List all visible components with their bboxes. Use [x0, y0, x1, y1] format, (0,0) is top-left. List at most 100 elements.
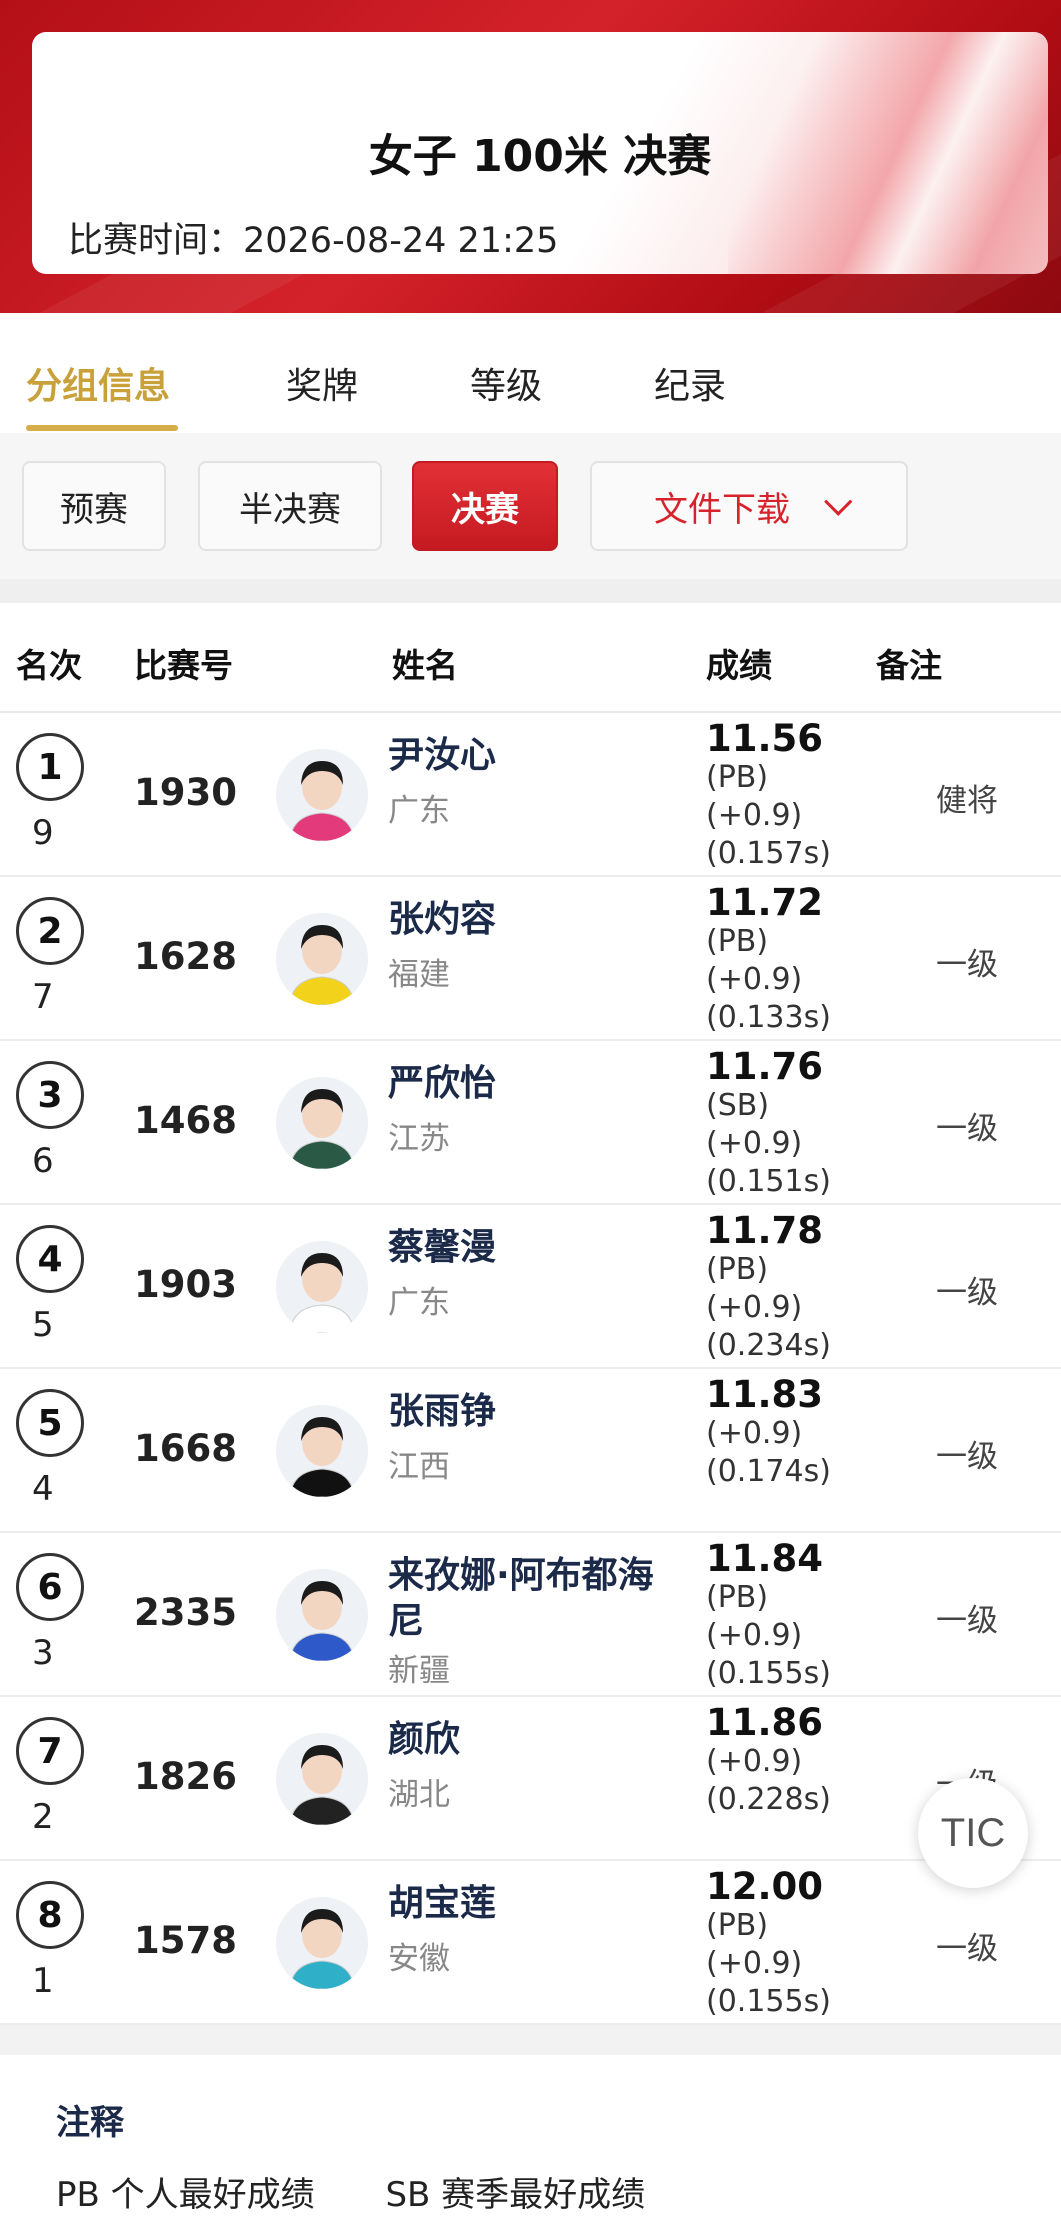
table-header: 名次 比赛号 姓名 成绩 备注 [0, 603, 1061, 713]
round-final-button[interactable]: 决赛 [412, 461, 558, 551]
result-time: 11.76 [706, 1045, 824, 1088]
athlete-province: 江苏 [388, 1121, 450, 1157]
result-reaction: (0.133s) [706, 1000, 831, 1035]
result-cell: 12.00 (PB) (+0.9) (0.155s) [706, 1867, 831, 2021]
athlete-remark: 一级 [936, 1275, 998, 1311]
athlete-name[interactable]: 张雨铮 [388, 1389, 688, 1435]
result-wind: (+0.9) [706, 1126, 803, 1161]
result-cell: 11.76 (SB) (+0.9) (0.151s) [706, 1047, 831, 1201]
result-time: 11.72 [706, 881, 824, 924]
file-download-dropdown[interactable]: 文件下载 [590, 461, 908, 551]
divider [0, 2025, 1061, 2055]
result-tag: (PB) [706, 1908, 769, 1943]
result-time: 11.83 [706, 1373, 824, 1416]
note-sb: SB 赛季最好成绩 [385, 2175, 646, 2215]
rank-badge: 1 [16, 733, 84, 801]
rank-badge: 2 [16, 897, 84, 965]
athlete-name[interactable]: 尹汝心 [388, 733, 688, 779]
athlete-avatar [276, 1733, 368, 1825]
floating-action-button[interactable]: TIC [918, 1778, 1028, 1888]
table-row[interactable]: 5 4 1668 张雨铮 江西 11.83 (+0.9) (0.174s) 一级 [0, 1369, 1061, 1533]
active-tab-indicator [26, 425, 178, 431]
divider [0, 579, 1061, 603]
rank-badge: 8 [16, 1881, 84, 1949]
round-filter-bar: 预赛 半决赛 决赛 文件下载 [0, 433, 1061, 579]
result-reaction: (0.228s) [706, 1782, 831, 1817]
athlete-province: 福建 [388, 957, 450, 993]
bib-number: 1903 [134, 1263, 237, 1306]
result-wind: (+0.9) [706, 1744, 803, 1779]
athlete-province: 广东 [388, 1285, 450, 1321]
notes-legend: PB 个人最好成绩 SB 赛季最好成绩 [56, 2167, 705, 2216]
lane-number: 7 [32, 977, 54, 1017]
lane-number: 4 [32, 1469, 54, 1509]
result-reaction: (0.155s) [706, 1984, 831, 2019]
rank-badge: 3 [16, 1061, 84, 1129]
result-cell: 11.83 (+0.9) (0.174s) [706, 1375, 831, 1491]
athlete-name[interactable]: 蔡馨漫 [388, 1225, 688, 1271]
table-row[interactable]: 6 3 2335 来孜娜·阿布都海尼 新疆 11.84 (PB) (+0.9) (0.155s)… [0, 1533, 1061, 1697]
bib-number: 1628 [134, 935, 237, 978]
result-reaction: (0.174s) [706, 1454, 831, 1489]
tab-levels[interactable]: 等级 [470, 357, 542, 409]
col-remark: 备注 [876, 646, 942, 685]
athlete-avatar [276, 1241, 368, 1333]
athlete-avatar [276, 913, 368, 1005]
result-reaction: (0.155s) [706, 1656, 831, 1691]
athlete-name[interactable]: 张灼容 [388, 897, 688, 943]
athlete-avatar [276, 1897, 368, 1989]
tab-bar: 分组信息 奖牌 等级 纪录 [0, 313, 1061, 433]
col-name: 姓名 [392, 646, 458, 685]
athlete-avatar [276, 1569, 368, 1661]
event-card: 女子 100米 决赛 比赛时间：2026-08-24 21:25 [32, 32, 1048, 274]
result-tag: (PB) [706, 760, 769, 795]
rank-badge: 4 [16, 1225, 84, 1293]
athlete-name[interactable]: 来孜娜·阿布都海尼 [388, 1553, 688, 1645]
tab-records[interactable]: 纪录 [654, 357, 726, 409]
athlete-photo-icon [276, 1077, 368, 1169]
result-cell: 11.56 (PB) (+0.9) (0.157s) [706, 719, 831, 873]
rank-badge: 5 [16, 1389, 84, 1457]
lane-number: 3 [32, 1633, 54, 1673]
round-semi-button[interactable]: 半决赛 [198, 461, 382, 551]
table-row[interactable]: 721826颜欣湖北11.86(+0.9)(0.228s)一级 [0, 1697, 1061, 1861]
lane-number: 6 [32, 1141, 54, 1181]
athlete-remark: 一级 [936, 1439, 998, 1475]
bib-number: 1578 [134, 1919, 237, 1962]
athlete-photo-icon [276, 1733, 368, 1825]
athlete-remark: 一级 [936, 947, 998, 983]
athlete-avatar [276, 1405, 368, 1497]
col-rank: 名次 [16, 646, 82, 685]
athlete-province: 新疆 [388, 1653, 450, 1689]
athlete-photo-icon [276, 1569, 368, 1661]
result-time: 11.84 [706, 1537, 824, 1580]
athlete-name[interactable]: 严欣怡 [388, 1061, 688, 1107]
athlete-province: 江西 [388, 1449, 450, 1485]
bib-number: 1826 [134, 1755, 237, 1798]
table-row[interactable]: 1 9 1930 尹汝心 广东 11.56 (PB) (+0.9) (0.157s) 健将 [0, 713, 1061, 877]
table-row[interactable]: 3 6 1468 严欣怡 江苏 11.76 (SB) (+0.9) (0.151s) 一级 [0, 1041, 1061, 1205]
athlete-remark: 一级 [936, 1603, 998, 1639]
result-tag: (PB) [706, 924, 769, 959]
athlete-province: 安徽 [388, 1941, 450, 1977]
tab-group-info[interactable]: 分组信息 [26, 357, 170, 409]
table-row[interactable]: 4 5 1903 蔡馨漫 广东 11.78 (PB) (+0.9) (0.234s) 一级 [0, 1205, 1061, 1369]
result-tag: (PB) [706, 1252, 769, 1287]
result-wind: (+0.9) [706, 1618, 803, 1653]
athlete-avatar [276, 749, 368, 841]
result-wind: (+0.9) [706, 798, 803, 833]
col-result: 成绩 [706, 646, 772, 685]
athlete-name[interactable]: 颜欣 [388, 1717, 688, 1763]
table-row[interactable]: 8 1 1578 胡宝莲 安徽 12.00 (PB) (+0.9) (0.155s) 一级 [0, 1861, 1061, 2025]
lane-number: 5 [32, 1305, 54, 1345]
athlete-photo-icon [276, 749, 368, 841]
chevron-down-icon [824, 487, 853, 516]
result-reaction: (0.234s) [706, 1328, 831, 1363]
result-reaction: (0.151s) [706, 1164, 831, 1199]
table-row[interactable]: 2 7 1628 张灼容 福建 11.72 (PB) (+0.9) (0.133s) 一级 [0, 877, 1061, 1041]
tab-medals[interactable]: 奖牌 [286, 357, 358, 409]
col-bib: 比赛号 [134, 646, 233, 685]
round-prelim-button[interactable]: 预赛 [22, 461, 166, 551]
athlete-remark: 一级 [936, 1111, 998, 1147]
athlete-name[interactable]: 胡宝莲 [388, 1881, 688, 1927]
